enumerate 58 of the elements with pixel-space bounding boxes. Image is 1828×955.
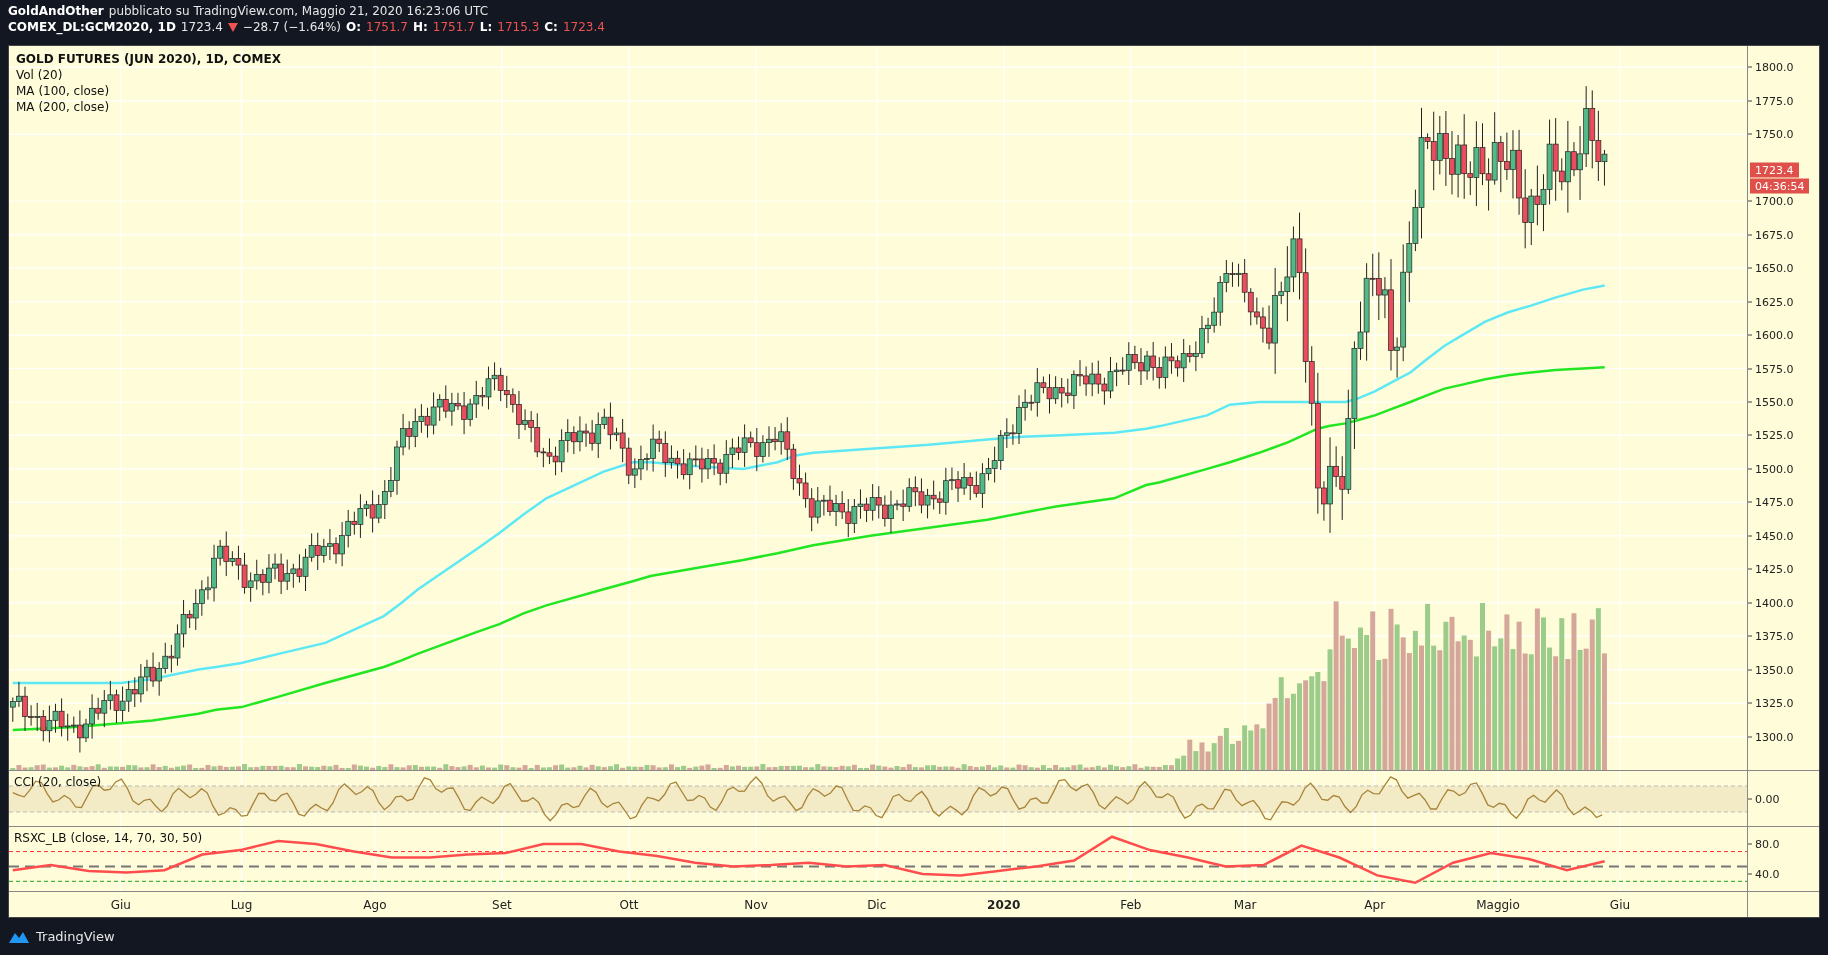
chart-title: GOLD FUTURES (JUN 2020), 1D, COMEX <box>16 52 281 66</box>
time-label: Apr <box>1364 898 1386 912</box>
time-label: 2020 <box>987 898 1021 912</box>
ohlc-value: 1751.7 <box>366 20 408 34</box>
publish-info: pubblicato su TradingView.com, Maggio 21, 2020 16:23:06 UTC <box>108 4 489 18</box>
price-change: −28.7 (−1.64%) <box>242 20 341 34</box>
ohlc-value: 1723.4 <box>562 20 605 34</box>
time-label: Feb <box>1120 898 1142 912</box>
countdown-tag: 04:36:54 <box>1750 178 1810 194</box>
price-tick: 1600.0 <box>1748 328 1794 342</box>
time-label: Giu <box>1609 898 1631 912</box>
ohlc-label: C: <box>544 20 558 34</box>
ohlc-label: H: <box>413 20 428 34</box>
symbol-label: COMEX_DL:GCM2020, 1D <box>8 20 176 34</box>
price-tick: 1425.0 <box>1748 562 1794 576</box>
price-tick: 1325.0 <box>1748 696 1794 710</box>
price-tick: 1625.0 <box>1748 295 1794 309</box>
ohlc-label: L: <box>479 20 493 34</box>
price-tick: 1350.0 <box>1748 663 1794 677</box>
rsx-tick: 80.0 <box>1748 837 1780 851</box>
time-label: Maggio <box>1476 898 1520 912</box>
price-tick: 1475.0 <box>1748 495 1794 509</box>
last-price: 1723.4 <box>180 20 223 34</box>
price-tick: 1525.0 <box>1748 428 1794 442</box>
price-tick: 1575.0 <box>1748 362 1794 375</box>
time-label: Dic <box>867 898 887 912</box>
price-tick: 1675.0 <box>1748 228 1794 242</box>
price-tick: 1800.0 <box>1748 60 1794 74</box>
price-tick: 1450.0 <box>1748 529 1794 543</box>
study-label: MA (100, close) <box>16 84 110 98</box>
time-label: Mar <box>1233 898 1257 912</box>
price-tick: 1775.0 <box>1748 94 1794 108</box>
brand-name: TradingView <box>36 929 115 944</box>
time-label: Giu <box>110 898 131 912</box>
cci-label: CCI (20, close) <box>14 775 102 789</box>
time-label: Ago <box>363 898 387 912</box>
author-name: GoldAndOther <box>8 4 104 18</box>
study-label: MA (200, close) <box>16 100 110 114</box>
price-tick: 1750.0 <box>1748 127 1794 141</box>
price-tick: 1300.0 <box>1748 730 1794 744</box>
time-label: Ott <box>619 898 639 912</box>
price-tick: 1400.0 <box>1748 596 1794 610</box>
price-tick: 1700.0 <box>1748 194 1794 208</box>
rsx-tick: 40.0 <box>1748 867 1780 881</box>
price-tick: 1500.0 <box>1748 462 1794 476</box>
rsx-label: RSXC_LB (close, 14, 70, 30, 50) <box>14 831 203 845</box>
ohlc-value: 1715.3 <box>497 20 540 34</box>
study-label: Vol (20) <box>16 68 63 82</box>
ohlc-label: O: <box>346 20 361 34</box>
last-price-tag: 1723.4 <box>1750 162 1799 178</box>
price-tick: 1650.0 <box>1748 261 1794 275</box>
time-label: Nov <box>744 898 768 912</box>
cci-tick: 0.00 <box>1748 792 1780 806</box>
time-label: Lug <box>230 898 253 912</box>
price-tick: 1550.0 <box>1748 395 1794 409</box>
price-tick: 1375.0 <box>1748 629 1794 643</box>
ohlc-value: 1751.7 <box>432 20 475 34</box>
time-label: Set <box>492 898 512 912</box>
